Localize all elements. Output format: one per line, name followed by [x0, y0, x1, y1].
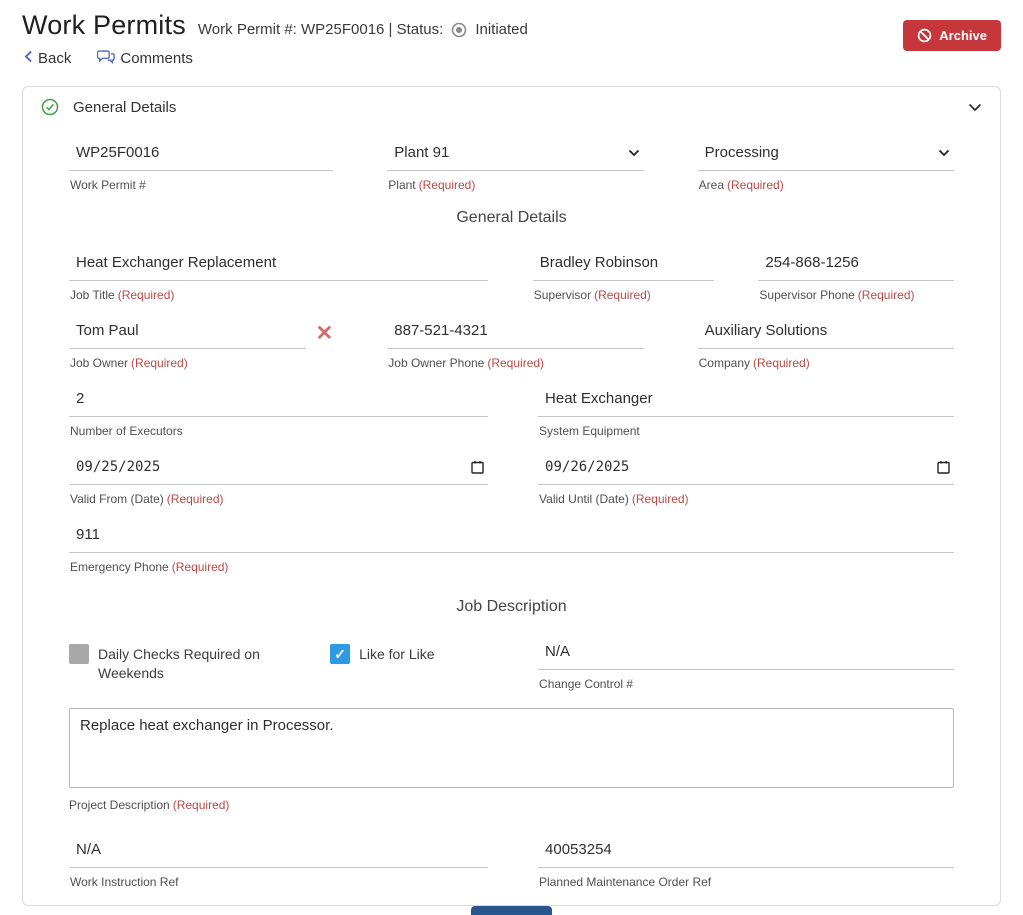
archive-label: Archive: [939, 28, 987, 43]
pm-order-input[interactable]: 40053254: [538, 838, 954, 868]
check-circle-icon: [41, 98, 59, 116]
status-radio-icon: [451, 22, 467, 38]
field-job-owner-phone: 887-521-4321 Job Owner Phone(Required): [387, 319, 643, 370]
field-supervisor: Bradley Robinson Supervisor(Required): [533, 251, 714, 302]
job-owner-label: Job Owner(Required): [69, 356, 306, 370]
daily-checks-label: Daily Checks Required on Weekends: [98, 644, 299, 683]
plant-select[interactable]: Plant 91: [387, 141, 643, 171]
permit-status-line: Work Permit #: WP25F0016 | Status: Initi…: [198, 21, 528, 38]
daily-checks-checkbox[interactable]: Daily Checks Required on Weekends: [69, 640, 299, 683]
company-input[interactable]: Auxiliary Solutions: [698, 319, 954, 349]
valid-until-label: Valid Until (Date)(Required): [538, 492, 954, 506]
field-plant: Plant 91 Plant(Required): [387, 141, 643, 192]
field-supervisor-phone: 254-868-1256 Supervisor Phone(Required): [758, 251, 954, 302]
supervisor-phone-input[interactable]: 254-868-1256: [758, 251, 954, 281]
panel-title: General Details: [73, 99, 176, 116]
field-change-control: N/A Change Control #: [538, 640, 954, 691]
valid-until-date-input[interactable]: 09/26/2025: [538, 455, 954, 485]
job-title-label: Job Title(Required): [69, 288, 488, 302]
area-select[interactable]: Processing: [698, 141, 954, 171]
system-equipment-input[interactable]: Heat Exchanger: [538, 387, 954, 417]
general-details-panel-header[interactable]: General Details: [23, 87, 1000, 127]
section-title-general: General Details: [69, 209, 954, 227]
emergency-phone-input[interactable]: 911: [69, 523, 954, 553]
page-header: Work Permits Work Permit #: WP25F0016 | …: [0, 0, 1023, 68]
field-work-permit: WP25F0016 Work Permit #: [69, 141, 333, 192]
work-instruction-label: Work Instruction Ref: [69, 875, 488, 889]
job-owner-phone-input[interactable]: 887-521-4321: [387, 319, 643, 349]
field-executors: 2 Number of Executors: [69, 387, 488, 438]
chevron-down-icon: [938, 149, 950, 157]
chevron-left-icon: [24, 50, 33, 67]
collapse-chevron-icon[interactable]: [968, 103, 982, 112]
field-work-instruction: N/A Work Instruction Ref: [69, 838, 488, 889]
calendar-icon[interactable]: [471, 460, 484, 474]
back-link[interactable]: Back: [24, 50, 71, 67]
project-description-label: Project Description(Required): [69, 798, 954, 812]
job-title-input[interactable]: Heat Exchanger Replacement: [69, 251, 488, 281]
general-details-panel: General Details WP25F0016 Work Permit # …: [22, 86, 1001, 906]
area-label: Area(Required): [698, 178, 954, 192]
field-valid-from: 09/25/2025 Valid From (Date)(Required): [69, 455, 488, 506]
section-title-job-description: Job Description: [69, 598, 954, 616]
field-system-equipment: Heat Exchanger System Equipment: [538, 387, 954, 438]
clear-job-owner-icon[interactable]: ✕: [316, 319, 334, 349]
page-title: Work Permits: [22, 10, 186, 41]
like-for-like-label: Like for Like: [359, 644, 434, 664]
work-permit-input[interactable]: WP25F0016: [69, 141, 333, 171]
permit-status-label: Work Permit #: WP25F0016 | Status:: [198, 21, 443, 38]
change-control-label: Change Control #: [538, 677, 954, 691]
system-equipment-label: System Equipment: [538, 424, 954, 438]
pm-order-label: Planned Maintenance Order Ref: [538, 875, 954, 889]
chevron-down-icon: [628, 149, 640, 157]
checkbox-unchecked-icon[interactable]: [69, 644, 89, 664]
executors-input[interactable]: 2: [69, 387, 488, 417]
ban-icon: [917, 28, 932, 43]
valid-from-date-input[interactable]: 09/25/2025: [69, 455, 488, 485]
executors-label: Number of Executors: [69, 424, 488, 438]
comments-icon: [97, 49, 115, 68]
field-pm-order: 40053254 Planned Maintenance Order Ref: [538, 838, 954, 889]
checkbox-checked-icon[interactable]: ✓: [330, 644, 350, 664]
job-owner-input[interactable]: Tom Paul: [69, 319, 306, 349]
field-valid-until: 09/26/2025 Valid Until (Date)(Required): [538, 455, 954, 506]
company-label: Company(Required): [698, 356, 954, 370]
field-area: Processing Area(Required): [698, 141, 954, 192]
job-owner-phone-label: Job Owner Phone(Required): [387, 356, 643, 370]
field-project-description: Replace heat exchanger in Processor. Pro…: [69, 708, 954, 812]
back-label: Back: [38, 50, 71, 67]
comments-label: Comments: [120, 50, 193, 67]
comments-link[interactable]: Comments: [97, 49, 193, 68]
calendar-icon[interactable]: [937, 460, 950, 474]
supervisor-label: Supervisor(Required): [533, 288, 714, 302]
supervisor-input[interactable]: Bradley Robinson: [533, 251, 714, 281]
change-control-input[interactable]: N/A: [538, 640, 954, 670]
project-description-textarea[interactable]: Replace heat exchanger in Processor.: [69, 708, 954, 788]
field-job-owner: Tom Paul Job Owner(Required) ✕: [69, 319, 333, 370]
emergency-phone-label: Emergency Phone(Required): [69, 560, 954, 574]
work-permit-label: Work Permit #: [69, 178, 333, 192]
archive-button[interactable]: Archive: [903, 20, 1001, 51]
field-job-title: Heat Exchanger Replacement Job Title(Req…: [69, 251, 488, 302]
supervisor-phone-label: Supervisor Phone(Required): [758, 288, 954, 302]
work-instruction-input[interactable]: N/A: [69, 838, 488, 868]
update-button[interactable]: Update: [471, 906, 551, 915]
valid-from-label: Valid From (Date)(Required): [69, 492, 488, 506]
like-for-like-checkbox[interactable]: ✓ Like for Like: [330, 640, 507, 664]
status-value: Initiated: [475, 21, 528, 38]
field-company: Auxiliary Solutions Company(Required): [698, 319, 954, 370]
plant-label: Plant(Required): [387, 178, 643, 192]
field-emergency-phone: 911 Emergency Phone(Required): [69, 523, 954, 574]
